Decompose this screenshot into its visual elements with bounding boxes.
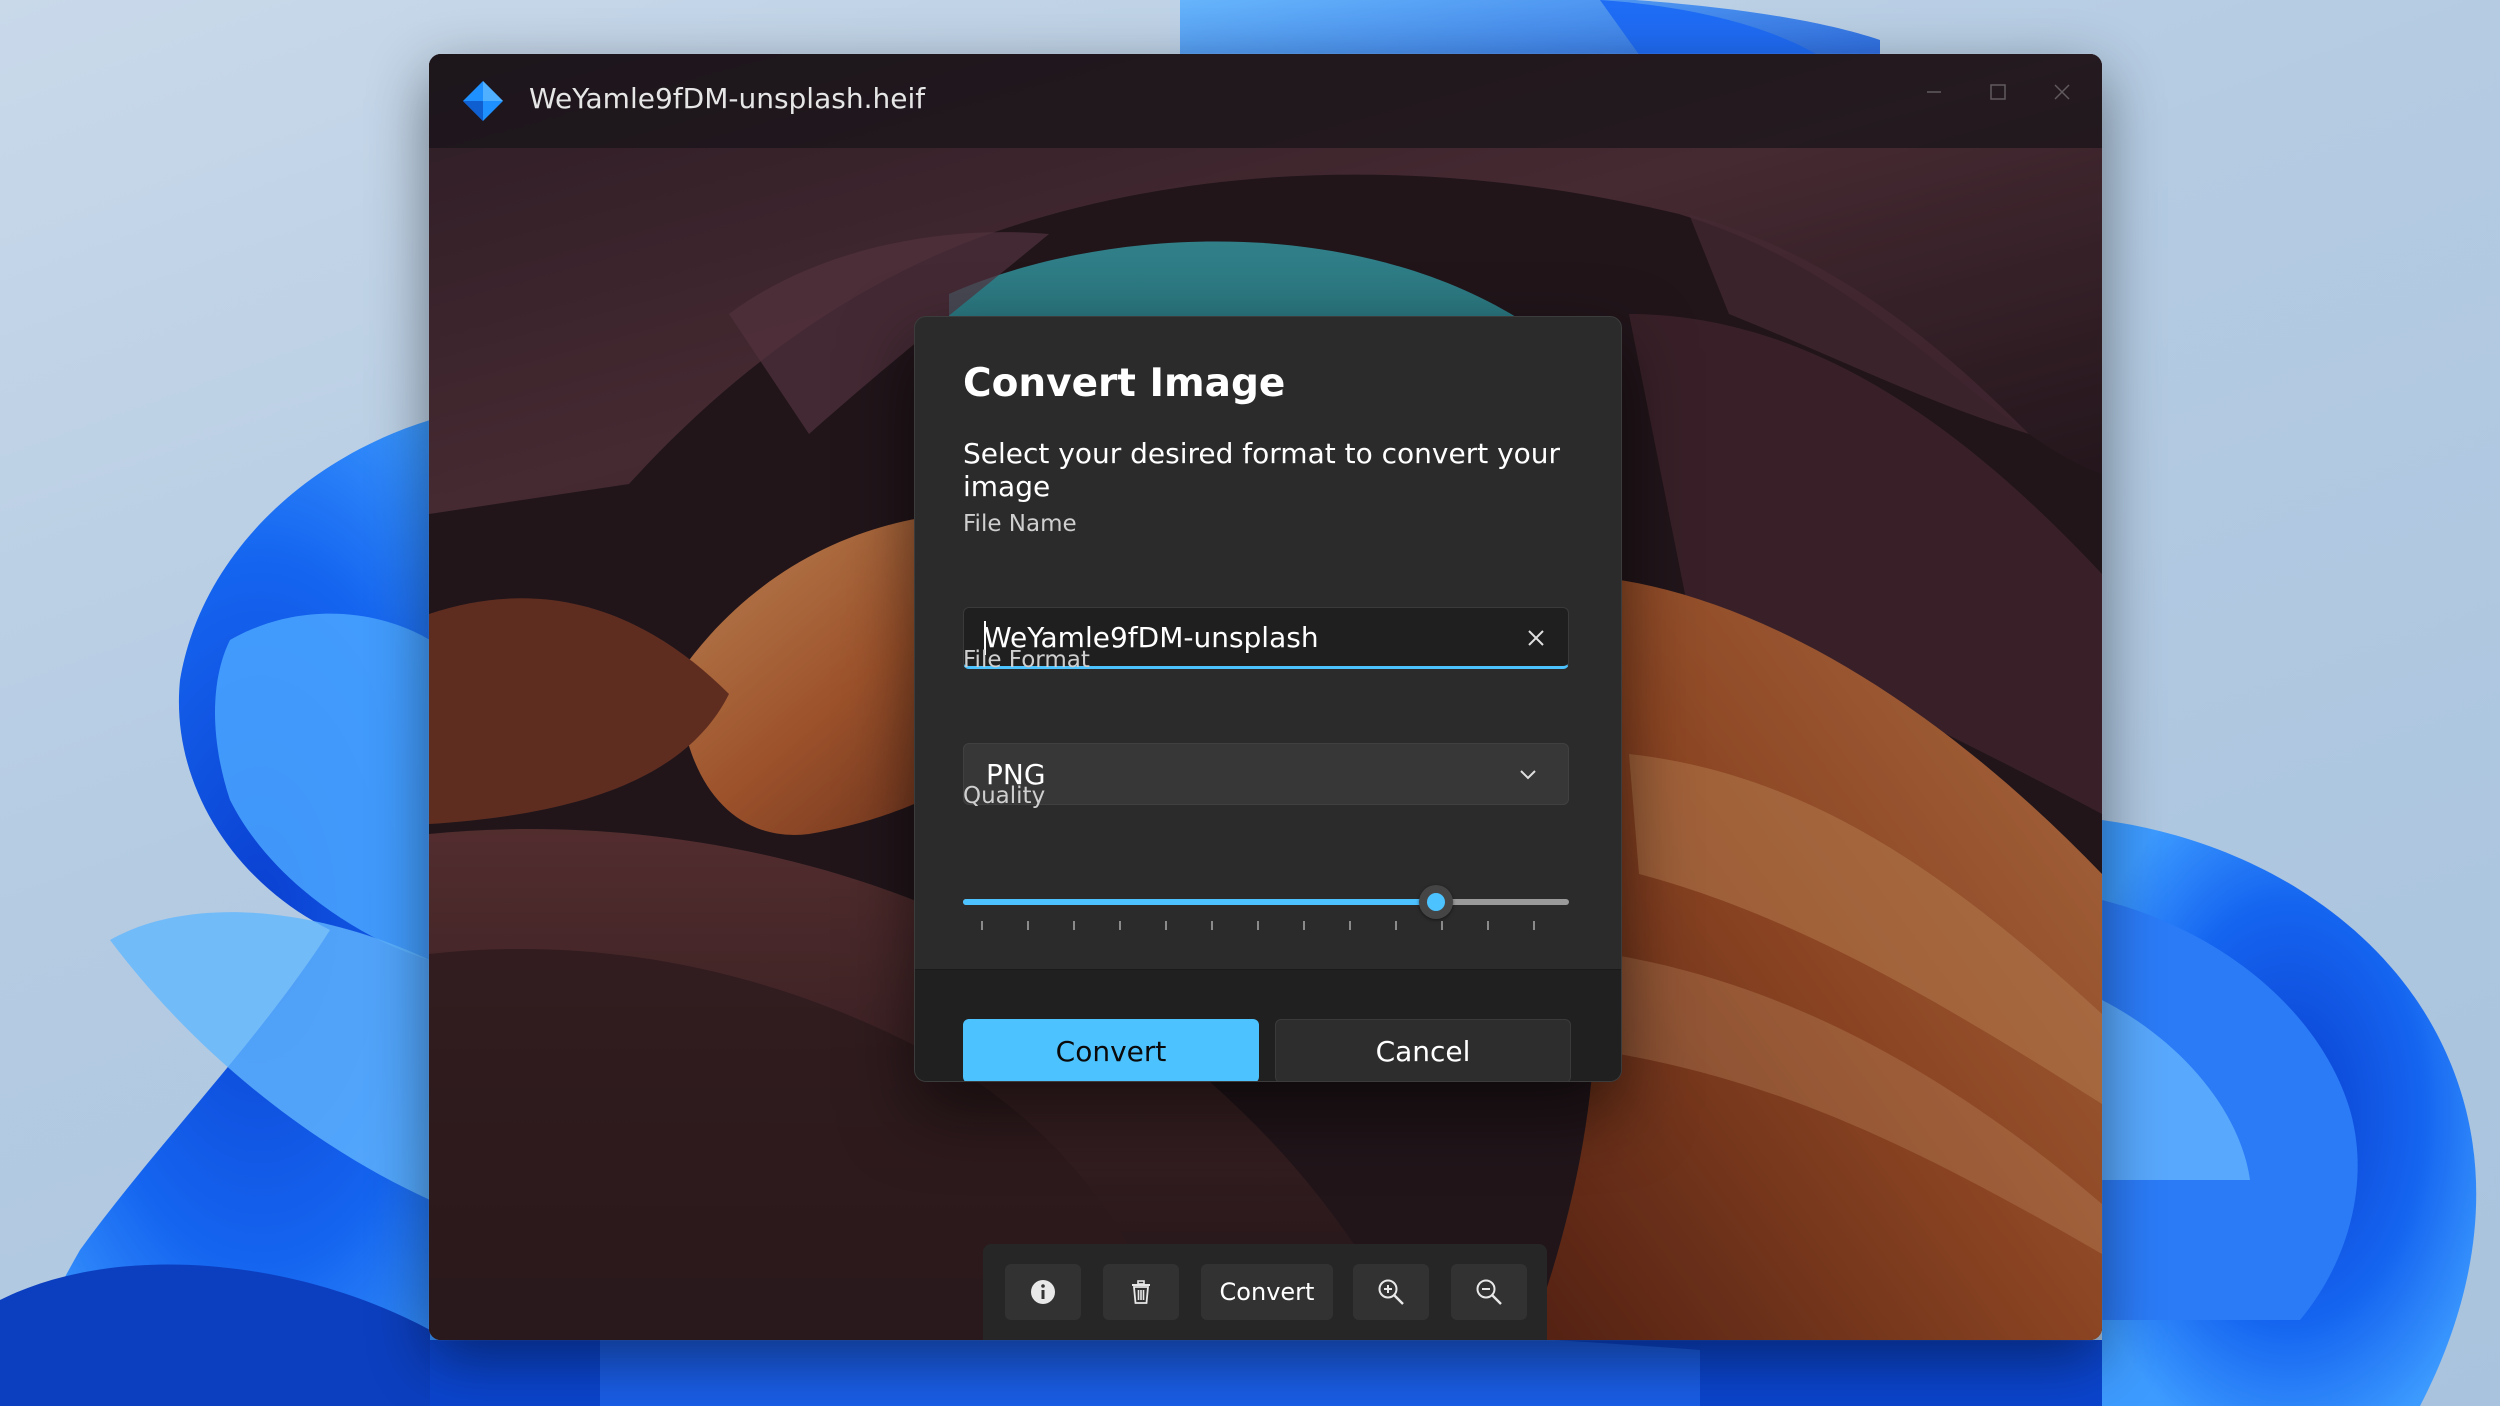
slider-thumb[interactable]: [1418, 885, 1453, 919]
slider-tick: [1303, 921, 1305, 930]
quality-label: Quality: [963, 783, 1046, 809]
close-icon: [1528, 630, 1544, 646]
caption-buttons: [1916, 74, 2080, 110]
file-name-label: File Name: [963, 511, 1077, 537]
close-window-button[interactable]: [2044, 74, 2080, 110]
slider-tick: [1487, 921, 1489, 930]
title-bar[interactable]: WeYamle9fDM-unsplash.heif: [429, 54, 2102, 148]
maximize-icon: [1990, 84, 2006, 100]
window-title: WeYamle9fDM-unsplash.heif: [529, 82, 926, 115]
clear-text-button[interactable]: [1518, 620, 1554, 656]
zoom-in-button[interactable]: [1353, 1264, 1429, 1320]
slider-tick: [981, 921, 983, 930]
maximize-button[interactable]: [1980, 74, 2016, 110]
app-logo-icon: [463, 81, 503, 121]
toolbar-convert-button[interactable]: Convert: [1201, 1264, 1333, 1320]
slider-tick: [1211, 921, 1213, 930]
convert-button[interactable]: Convert: [963, 1019, 1259, 1081]
slider-tick: [1441, 921, 1443, 930]
slider-tick: [1395, 921, 1397, 930]
chevron-down-icon: [1520, 770, 1536, 780]
slider-tick: [1073, 921, 1075, 930]
slider-tick: [1257, 921, 1259, 930]
close-icon: [2054, 84, 2070, 100]
slider-fill: [963, 899, 1436, 905]
trash-icon: [1132, 1280, 1150, 1304]
dialog-body: Convert Image Select your desired format…: [915, 317, 1621, 969]
dialog-title: Convert Image: [963, 361, 1286, 406]
zoom-out-icon: [1476, 1279, 1502, 1305]
zoom-out-button[interactable]: [1451, 1264, 1527, 1320]
slider-tick: [1533, 921, 1535, 930]
zoom-in-icon: [1378, 1279, 1404, 1305]
dialog-subtitle: Select your desired format to convert yo…: [963, 437, 1561, 503]
cancel-button[interactable]: Cancel: [1275, 1019, 1571, 1081]
app-window: WeYamle9fDM-unsplash.heif Convert Image …: [429, 54, 2102, 1340]
convert-image-dialog: Convert Image Select your desired format…: [914, 316, 1622, 1082]
dialog-footer: Convert Cancel: [915, 969, 1621, 1081]
file-format-label: File Format: [963, 647, 1090, 673]
slider-tick: [1165, 921, 1167, 930]
delete-button[interactable]: [1103, 1264, 1179, 1320]
slider-tick: [1119, 921, 1121, 930]
minimize-button[interactable]: [1916, 74, 1952, 110]
file-format-select[interactable]: PNG: [963, 743, 1569, 805]
minimize-icon: [1927, 91, 1941, 93]
quality-slider[interactable]: [963, 883, 1569, 943]
slider-ticks: [963, 921, 1569, 933]
info-icon: [1031, 1280, 1055, 1304]
info-button[interactable]: [1005, 1264, 1081, 1320]
bottom-toolbar: Convert: [983, 1244, 1547, 1340]
slider-tick: [1027, 921, 1029, 930]
slider-tick: [1349, 921, 1351, 930]
